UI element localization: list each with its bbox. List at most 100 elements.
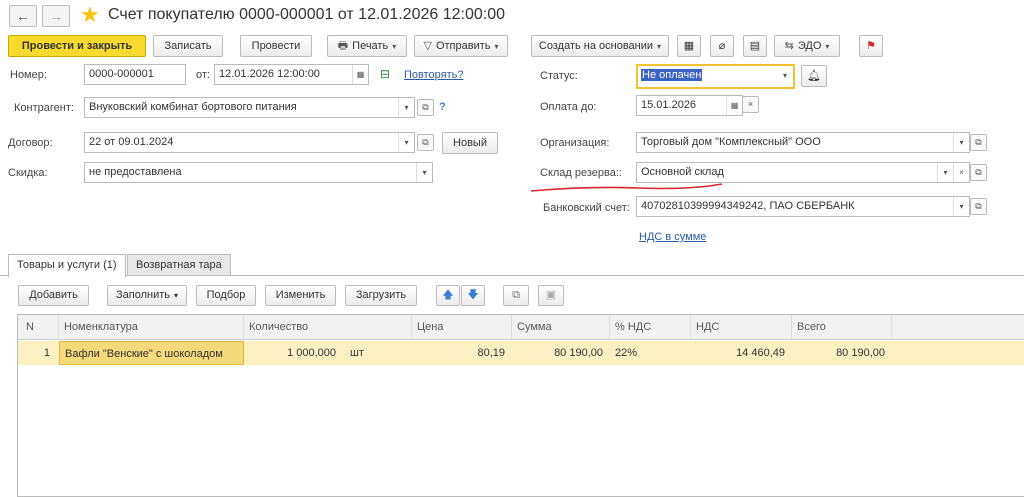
repeat-link[interactable]: Повторять?: [404, 69, 464, 81]
open-counterparty-button[interactable]: ⧉: [417, 99, 434, 116]
chevron-down-icon: ▾: [174, 291, 179, 300]
bank-account-field[interactable]: 40702810399994349242, ПАО СБЕРБАНК ▾: [636, 196, 970, 217]
report-button[interactable]: ▤: [743, 35, 767, 57]
cell-item[interactable]: Вафли "Венские" с шоколадом: [59, 341, 244, 365]
column-header-total[interactable]: Всего: [791, 315, 891, 340]
counterparty-field[interactable]: Внуковский комбинат бортового питания ▾: [84, 97, 415, 118]
chevron-down-icon[interactable]: ▾: [398, 98, 414, 117]
open-bank-account-button[interactable]: ⧉: [970, 198, 987, 215]
chevron-down-icon[interactable]: ▾: [953, 197, 969, 216]
chevron-down-icon[interactable]: ▾: [953, 133, 969, 152]
vat-in-sum-link[interactable]: НДС в сумме: [639, 231, 706, 243]
cell-unit[interactable]: шт: [350, 341, 400, 365]
arrow-up-icon: 🡅: [442, 289, 454, 301]
open-organization-button[interactable]: ⧉: [970, 134, 987, 151]
structure-button[interactable]: ▦: [677, 35, 701, 57]
paste-button[interactable]: ▣: [538, 285, 564, 306]
copy-button[interactable]: ⧉: [503, 285, 529, 306]
column-header-price[interactable]: Цена: [411, 315, 511, 340]
cell-n: 1: [43, 347, 50, 359]
send-button[interactable]: ▽ Отправить ▾: [414, 35, 508, 57]
cell-total[interactable]: 80 190,00: [791, 341, 891, 365]
pay-until-field[interactable]: 15.01.2026 ▦: [636, 95, 743, 116]
pick-button[interactable]: Подбор: [196, 285, 256, 306]
column-header-quantity[interactable]: Количество: [243, 315, 411, 340]
organization-value: Торговый дом "Комплексный" ООО: [641, 136, 821, 148]
fill-button[interactable]: Заполнить ▾: [107, 285, 187, 306]
notify-button[interactable]: 🔔︎: [801, 65, 827, 87]
add-button[interactable]: Добавить: [18, 285, 89, 306]
bank-account-label: Банковский счет:: [543, 202, 630, 214]
tab-divider: [0, 275, 1024, 276]
column-header-item[interactable]: Номенклатура: [58, 315, 243, 340]
flag-icon: ⚑: [866, 40, 876, 52]
open-contract-button[interactable]: ⧉: [417, 134, 434, 151]
chevron-down-icon[interactable]: ▾: [398, 133, 414, 152]
column-header-vat-rate[interactable]: % НДС: [609, 315, 690, 340]
edo-button[interactable]: ⇆ ЭДО ▾: [774, 35, 840, 57]
document-structure-icon: ▦: [683, 40, 695, 52]
funnel-icon: ▽: [423, 40, 432, 52]
chevron-down-icon: ▾: [657, 42, 662, 51]
help-icon[interactable]: ?: [439, 101, 446, 113]
open-icon: ⧉: [422, 137, 429, 147]
clear-date-button[interactable]: ×: [742, 96, 759, 113]
cell-vat-rate[interactable]: 22%: [615, 341, 685, 365]
move-down-button[interactable]: 🡇: [461, 285, 485, 306]
exchange-button[interactable]: ⚑: [859, 35, 883, 57]
date-value: 12.01.2026 12:00:00: [219, 68, 320, 80]
column-header-n[interactable]: N: [18, 315, 58, 340]
contract-field[interactable]: 22 от 09.01.2024 ▾: [84, 132, 415, 153]
print-button[interactable]: 🖶 Печать ▾: [327, 35, 407, 57]
calendar-icon[interactable]: ▦: [352, 65, 368, 84]
table-row[interactable]: 1 Вафли "Венские" с шоколадом 1 000,000 …: [18, 341, 1024, 365]
create-based-label: Создать на основании: [538, 40, 654, 52]
star-icon[interactable]: ★: [80, 3, 100, 27]
change-button[interactable]: Изменить: [265, 285, 336, 306]
counterparty-value: Внуковский комбинат бортового питания: [89, 101, 297, 113]
warehouse-value: Основной склад: [641, 166, 724, 178]
cell-quantity[interactable]: 1 000,000: [244, 341, 342, 365]
move-up-button[interactable]: 🡅: [436, 285, 460, 306]
chevron-down-icon[interactable]: ▾: [416, 163, 432, 182]
save-button[interactable]: Записать: [153, 35, 223, 57]
repeat-icon: ⊟: [380, 67, 391, 81]
status-field[interactable]: Не оплачен ▾: [636, 64, 795, 89]
post-button[interactable]: Провести: [240, 35, 312, 57]
paste-icon: ▣: [545, 289, 557, 301]
table-header: N Номенклатура Количество Цена Сумма % Н…: [18, 315, 1024, 340]
open-icon: ⧉: [975, 137, 982, 147]
tab-returnable-packaging[interactable]: Возвратная тара: [127, 254, 231, 276]
column-header-sum[interactable]: Сумма: [511, 315, 609, 340]
open-warehouse-button[interactable]: ⧉: [970, 164, 987, 181]
new-contract-button[interactable]: Новый: [442, 132, 498, 154]
number-label: Номер:: [10, 69, 47, 81]
date-field[interactable]: 12.01.2026 12:00:00 ▦: [214, 64, 369, 85]
open-icon: ⧉: [975, 201, 982, 211]
post-and-close-button[interactable]: Провести и закрыть: [8, 35, 146, 57]
discount-field[interactable]: не предоставлена ▾: [84, 162, 433, 183]
number-field[interactable]: 0000-000001: [84, 64, 186, 85]
forward-button[interactable]: →: [42, 5, 70, 27]
send-label: Отправить: [435, 40, 491, 52]
load-button[interactable]: Загрузить: [345, 285, 417, 306]
cell-price[interactable]: 80,19: [411, 341, 511, 365]
column-header-vat[interactable]: НДС: [690, 315, 791, 340]
cell-vat[interactable]: 14 460,49: [690, 341, 791, 365]
organization-field[interactable]: Торговый дом "Комплексный" ООО ▾: [636, 132, 970, 153]
column-header-spacer: [891, 315, 1024, 340]
chevron-down-icon[interactable]: ▾: [777, 66, 793, 85]
pay-until-value: 15.01.2026: [641, 99, 697, 111]
arrow-left-icon: ←: [16, 8, 30, 24]
clear-icon[interactable]: ×: [953, 163, 969, 182]
create-based-on-button[interactable]: Создать на основании ▾: [531, 35, 669, 57]
attach-button[interactable]: ⌀: [710, 35, 734, 57]
tab-goods-services[interactable]: Товары и услуги (1): [8, 254, 126, 277]
calendar-icon[interactable]: ▦: [726, 96, 742, 115]
chevron-down-icon: ▾: [494, 42, 499, 51]
chevron-down-icon[interactable]: ▾: [937, 163, 953, 182]
back-button[interactable]: ←: [9, 5, 37, 27]
cell-sum[interactable]: 80 190,00: [511, 341, 609, 365]
arrow-down-icon: 🡇: [467, 289, 479, 301]
chevron-down-icon: ▾: [825, 42, 830, 51]
